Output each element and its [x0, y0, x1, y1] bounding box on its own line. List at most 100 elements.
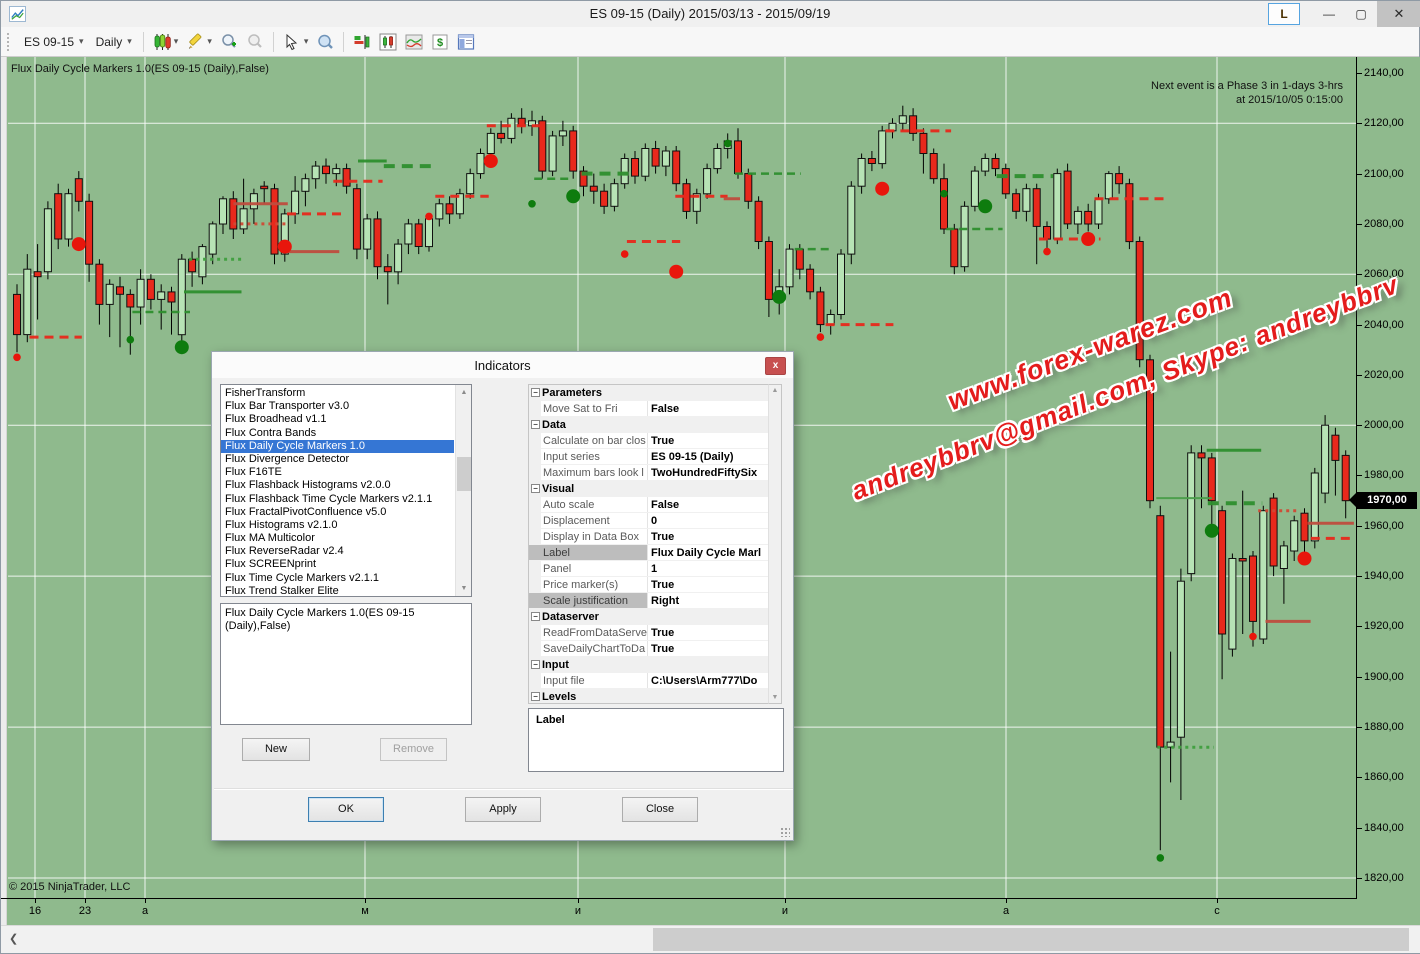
interval-selector[interactable]: Daily ▾	[90, 32, 138, 52]
link-button[interactable]: L	[1268, 3, 1300, 25]
chart-window-button[interactable]	[375, 31, 401, 53]
property-row[interactable]: Display in Data BoxTrue	[529, 529, 768, 545]
property-value[interactable]: True	[648, 433, 768, 448]
indicator-list-item[interactable]: Flux FractalPivotConfluence v5.0	[221, 506, 454, 519]
resize-grip[interactable]	[780, 827, 790, 837]
indicator-list-item[interactable]: Flux Time Cycle Markers v2.1.1	[221, 572, 454, 585]
property-value[interactable]: ES 09-15 (Daily)	[648, 449, 768, 464]
indicator-list-item[interactable]: Flux Flashback Time Cycle Markers v2.1.1	[221, 493, 454, 506]
dialog-close-button[interactable]: x	[765, 357, 786, 375]
ok-button[interactable]: OK	[308, 797, 384, 822]
time-axis[interactable]	[1, 898, 1357, 899]
collapse-icon[interactable]: −	[531, 484, 540, 493]
new-button[interactable]: New	[242, 738, 310, 761]
close-button[interactable]: ✕	[1377, 1, 1420, 27]
apply-button[interactable]: Apply	[465, 797, 541, 822]
property-section-header[interactable]: −Parameters	[529, 385, 768, 401]
property-value[interactable]: True	[648, 641, 768, 656]
horizontal-scrollbar[interactable]: ❮	[1, 925, 1420, 953]
toolbar-grip[interactable]	[7, 33, 12, 51]
property-section-header[interactable]: −Input	[529, 657, 768, 673]
property-row[interactable]: Price marker(s)True	[529, 577, 768, 593]
property-section-header[interactable]: −Levels	[529, 689, 768, 704]
property-row[interactable]: Scale justificationRight	[529, 593, 768, 609]
property-row[interactable]: Maximum bars look lTwoHundredFiftySix	[529, 465, 768, 481]
collapse-icon[interactable]: −	[531, 692, 540, 701]
price-axis[interactable]	[1356, 57, 1357, 898]
zoom-out-button[interactable]	[242, 31, 268, 53]
indicator-list-item[interactable]: Flux SCREENprint	[221, 558, 454, 571]
price-axis-label: 1880,00	[1364, 721, 1404, 733]
instrument-selector[interactable]: ES 09-15 ▾	[18, 32, 90, 52]
property-value[interactable]: Flux Daily Cycle Marl	[648, 545, 768, 560]
property-row[interactable]: SaveDailyChartToDaTrue	[529, 641, 768, 657]
available-indicators-list[interactable]: FisherTransformFlux Bar Transporter v3.0…	[220, 384, 472, 597]
collapse-icon[interactable]: −	[531, 612, 540, 621]
indicator-list-item[interactable]: Flux ReverseRadar v2.4	[221, 545, 454, 558]
property-row[interactable]: Move Sat to FriFalse	[529, 401, 768, 417]
account-button[interactable]: $	[427, 31, 453, 53]
property-row[interactable]: Calculate on bar closTrue	[529, 433, 768, 449]
property-row[interactable]: Auto scaleFalse	[529, 497, 768, 513]
property-value[interactable]: False	[648, 401, 768, 416]
property-section-header[interactable]: −Data	[529, 417, 768, 433]
property-row[interactable]: LabelFlux Daily Cycle Marl	[529, 545, 768, 561]
scroll-left-icon[interactable]: ❮	[9, 932, 18, 945]
draw-button[interactable]: ▾	[182, 31, 216, 53]
chart-style-button[interactable]: ▾	[149, 31, 183, 53]
indicator-list-item[interactable]: FisherTransform	[221, 387, 454, 400]
scroll-down-icon[interactable]: ▼	[456, 581, 472, 596]
dialog-title[interactable]: Indicators	[212, 352, 793, 378]
price-axis-label: 1980,00	[1364, 469, 1404, 481]
property-row[interactable]: Input seriesES 09-15 (Daily)	[529, 449, 768, 465]
indicator-list-item[interactable]: Flux Trend Stalker Elite	[221, 585, 454, 596]
property-value[interactable]: TwoHundredFiftySix	[648, 465, 768, 480]
property-row[interactable]: Panel1	[529, 561, 768, 577]
property-grid[interactable]: −ParametersMove Sat to FriFalse−DataCalc…	[528, 384, 768, 704]
title-bar[interactable]: ES 09-15 (Daily) 2015/03/13 - 2015/09/19…	[1, 1, 1419, 27]
data-box-button[interactable]	[312, 31, 338, 53]
market-analyzer-button[interactable]	[401, 31, 427, 53]
indicator-list-item[interactable]: Flux Divergence Detector	[221, 453, 454, 466]
property-grid-scrollbar[interactable]: ▲ ▼	[768, 384, 782, 704]
scroll-down-icon[interactable]: ▼	[769, 694, 781, 701]
indicator-list-item[interactable]: Flux MA Multicolor	[221, 532, 454, 545]
property-value[interactable]: 1	[648, 561, 768, 576]
dom-button[interactable]	[349, 31, 375, 53]
panel-button[interactable]	[453, 31, 479, 53]
property-value[interactable]: 0	[648, 513, 768, 528]
property-section-header[interactable]: −Visual	[529, 481, 768, 497]
scroll-up-icon[interactable]: ▲	[456, 385, 472, 400]
scroll-up-icon[interactable]: ▲	[769, 387, 781, 394]
maximize-button[interactable]: ▢	[1345, 1, 1377, 27]
property-row[interactable]: Input fileC:\Users\Arm777\Do	[529, 673, 768, 689]
collapse-icon[interactable]: −	[531, 660, 540, 669]
dialog-close-button-bottom[interactable]: Close	[622, 797, 698, 822]
indicator-list-item[interactable]: Flux F16TE	[221, 466, 454, 479]
property-value[interactable]: True	[648, 529, 768, 544]
indicator-list-item[interactable]: Flux Daily Cycle Markers 1.0	[221, 440, 454, 453]
cursor-button[interactable]: ▾	[279, 31, 313, 53]
collapse-icon[interactable]: −	[531, 388, 540, 397]
indicator-list-item[interactable]: Flux Bar Transporter v3.0	[221, 400, 454, 413]
list-scrollbar[interactable]: ▲ ▼	[455, 385, 471, 596]
property-row[interactable]: Displacement0	[529, 513, 768, 529]
collapse-icon[interactable]: −	[531, 420, 540, 429]
configured-indicator-item[interactable]: Flux Daily Cycle Markers 1.0(ES 09-15 (D…	[225, 607, 467, 633]
property-value[interactable]: True	[648, 625, 768, 640]
property-value[interactable]: C:\Users\Arm777\Do	[648, 673, 768, 688]
minimize-button[interactable]: —	[1313, 1, 1345, 27]
property-section-header[interactable]: −Dataserver	[529, 609, 768, 625]
property-value[interactable]: False	[648, 497, 768, 512]
indicator-list-item[interactable]: Flux Broadhead v1.1	[221, 413, 454, 426]
configured-indicators-list[interactable]: Flux Daily Cycle Markers 1.0(ES 09-15 (D…	[220, 603, 472, 725]
indicator-list-item[interactable]: Flux Histograms v2.1.0	[221, 519, 454, 532]
property-value[interactable]: True	[648, 577, 768, 592]
property-value[interactable]: Right	[648, 593, 768, 608]
property-row[interactable]: ReadFromDataServeTrue	[529, 625, 768, 641]
scrollbar-thumb[interactable]	[653, 928, 1409, 951]
indicator-list-item[interactable]: Flux Flashback Histograms v2.0.0	[221, 479, 454, 492]
indicator-list-item[interactable]: Flux Contra Bands	[221, 427, 454, 440]
zoom-in-button[interactable]	[216, 31, 242, 53]
scrollbar-thumb[interactable]	[457, 457, 471, 491]
